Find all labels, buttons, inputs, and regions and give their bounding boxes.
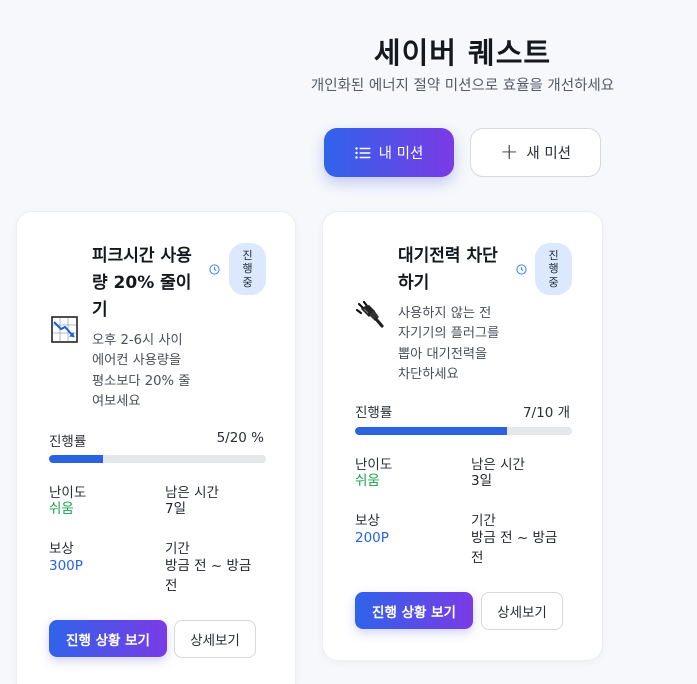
view-progress-button[interactable]: 진행 상황 보기	[355, 592, 473, 629]
difficulty-value: 쉬움	[355, 473, 380, 489]
progress-bar-fill	[355, 427, 507, 435]
tab-new-mission[interactable]: + 새 미션	[470, 128, 601, 177]
reward-label: 보상	[355, 513, 380, 529]
progress-bar	[355, 427, 572, 435]
difficulty-value: 쉬움	[49, 501, 74, 517]
remaining-time-label: 남은 시간	[165, 485, 219, 501]
progress-value: 5/20 %	[216, 430, 264, 446]
page: 세이버 퀘스트 개인화된 에너지 절약 미션으로 효율을 개선하세요 내 미션 …	[0, 0, 697, 684]
progress-label: 진행률	[355, 405, 393, 421]
page-title: 세이버 퀘스트	[373, 36, 552, 70]
period-value: 방금 전 ~ 방금 전	[471, 530, 558, 566]
progress-bar-fill	[49, 455, 104, 463]
clock-icon	[516, 264, 527, 275]
period-label: 기간	[471, 513, 496, 529]
remaining-time-value: 7일	[165, 501, 187, 517]
tab-new-mission-label: 새 미션	[526, 146, 572, 162]
progress-value: 7/10 개	[522, 405, 570, 421]
plug-icon	[355, 301, 384, 328]
details-button[interactable]: 상세보기	[174, 620, 256, 658]
difficulty-label: 난이도	[355, 457, 393, 473]
mission-title: 대기전력 차단 하기	[398, 246, 498, 293]
mission-description: 사용하지 않는 전 자기기의 플러그를 뽑아 대기전력을 차단하세요	[398, 306, 500, 382]
progress-bar	[49, 455, 266, 463]
clock-icon	[209, 264, 220, 275]
tab-my-missions[interactable]: 내 미션	[324, 128, 454, 177]
reward-label: 보상	[49, 541, 74, 557]
mission-card-standby-power: 대기전력 차단 하기 진 행 중 사용하지 않는 전 자기기의 플러그를 뽑아 …	[322, 211, 603, 661]
remaining-time-value: 3일	[471, 473, 493, 489]
status-badge: 진 행 중	[535, 243, 572, 295]
progress-label: 진행률	[49, 434, 87, 450]
list-icon	[354, 146, 371, 159]
view-progress-button[interactable]: 진행 상황 보기	[49, 620, 167, 657]
mission-description: 오후 2-6시 사이 에어컨 사용량을 평소보다 20% 줄 여보세요	[92, 333, 191, 409]
reward-value: 300P	[49, 558, 83, 574]
page-subtitle: 개인화된 에너지 절약 미션으로 효율을 개선하세요	[310, 78, 615, 94]
reward-value: 200P	[355, 530, 389, 546]
remaining-time-label: 남은 시간	[471, 457, 525, 473]
mission-card-peak-usage: 피크시간 사용 량 20% 줄이 기 진 행 중 오후 2-6시 사이 에어컨 …	[16, 211, 296, 684]
mission-title: 피크시간 사용 량 20% 줄이 기	[92, 246, 192, 320]
chart-down-icon	[51, 316, 78, 343]
status-badge: 진 행 중	[229, 243, 266, 295]
period-value: 방금 전 ~ 방금 전	[165, 558, 252, 594]
plus-icon: +	[499, 139, 519, 165]
difficulty-label: 난이도	[49, 485, 87, 501]
tab-my-missions-label: 내 미션	[378, 146, 424, 162]
period-label: 기간	[165, 541, 190, 557]
details-button[interactable]: 상세보기	[481, 592, 563, 630]
